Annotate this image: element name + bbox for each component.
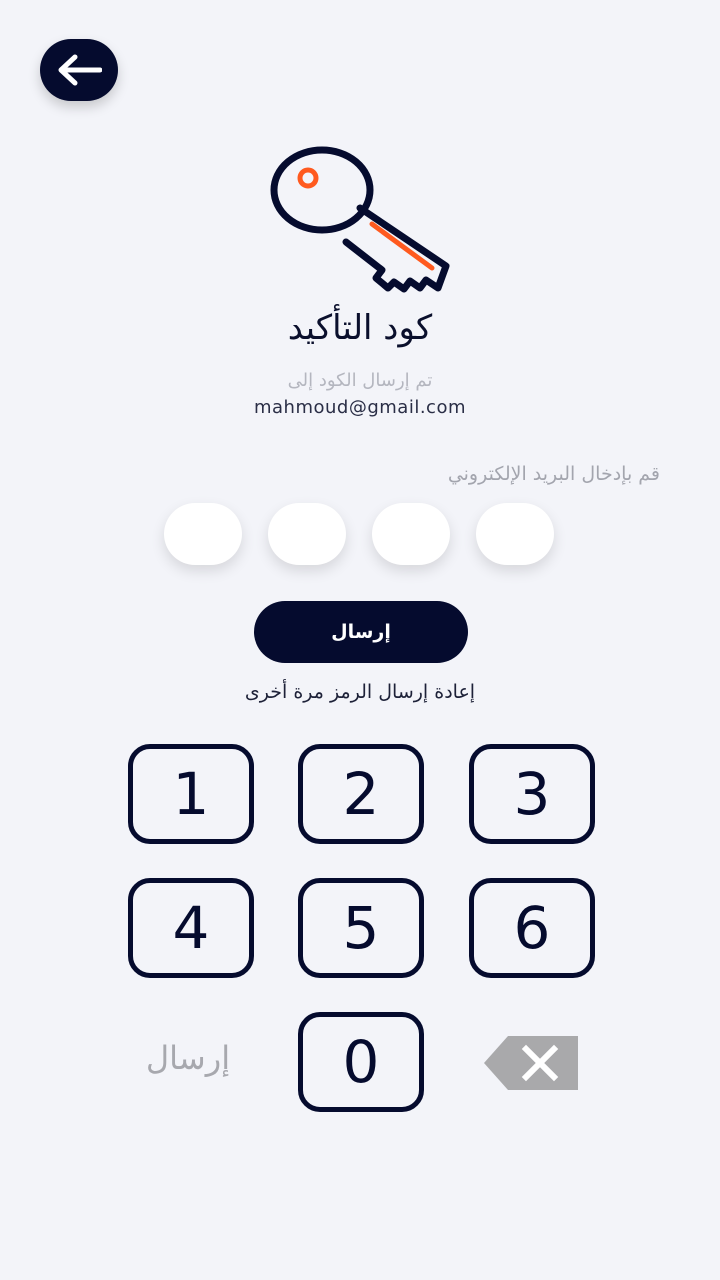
code-digit-1[interactable] (164, 503, 242, 565)
keypad-key-4[interactable]: 4 (128, 878, 254, 978)
back-button[interactable] (40, 39, 118, 101)
keypad-send-button[interactable]: إرسال (128, 1028, 248, 1088)
keypad-key-2[interactable]: 2 (298, 744, 424, 844)
keypad-key-1[interactable]: 1 (128, 744, 254, 844)
keypad-key-6[interactable]: 6 (469, 878, 595, 978)
backspace-x-icon[interactable] (484, 1036, 578, 1090)
arrow-left-icon (58, 54, 102, 86)
keypad-key-5[interactable]: 5 (298, 878, 424, 978)
instruction-text: قم بإدخال البريد الإلكتروني (447, 463, 660, 485)
keypad-key-0[interactable]: 0 (298, 1012, 424, 1112)
resend-code-link[interactable]: إعادة إرسال الرمز مرة أخرى (0, 681, 720, 703)
key-icon (270, 146, 450, 293)
code-digit-3[interactable] (372, 503, 450, 565)
keypad-key-3[interactable]: 3 (469, 744, 595, 844)
sent-to-label: تم إرسال الكود إلى (287, 370, 433, 391)
code-digit-2[interactable] (268, 503, 346, 565)
code-digit-4[interactable] (476, 503, 554, 565)
code-input-group (164, 503, 554, 565)
verification-screen: كود التأكيد تم إرسال الكود إلى mahmoud@g… (0, 0, 720, 1280)
submit-button[interactable]: إرسال (254, 601, 468, 663)
email-address: mahmoud@gmail.com (253, 397, 466, 418)
page-title: كود التأكيد (287, 308, 433, 348)
